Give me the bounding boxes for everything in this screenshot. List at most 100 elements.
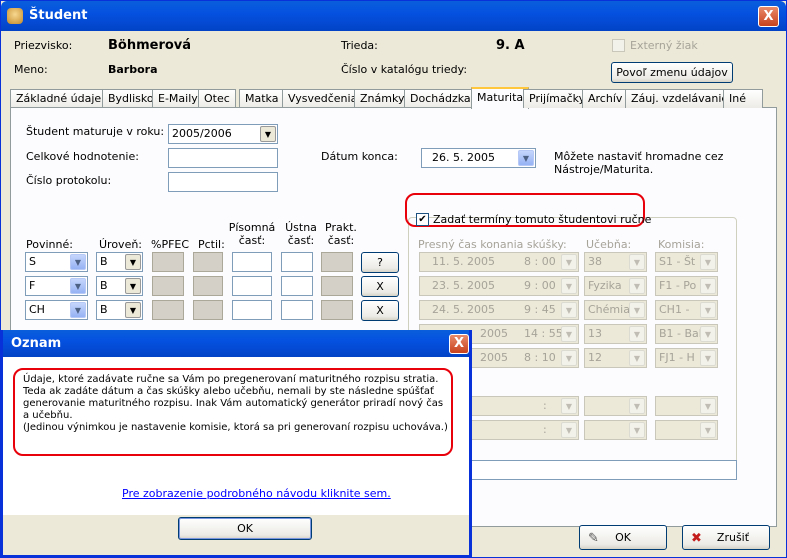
pctil-field (193, 300, 223, 320)
chevron-down-icon: ▼ (700, 350, 716, 366)
tab-e-maily[interactable]: E-Maily (152, 89, 204, 108)
tab-otec[interactable]: Otec (198, 89, 236, 108)
exam-room-select: Fyzika ▼ (584, 276, 647, 296)
ustna-input[interactable] (281, 276, 313, 296)
povol-zmenu-button[interactable]: Povoľ zmenu údajov (611, 62, 733, 83)
chevron-down-icon: ▼ (700, 398, 716, 414)
pisomna-input[interactable] (232, 252, 272, 272)
pisomna-input[interactable] (232, 300, 272, 320)
chevron-down-icon: ▼ (700, 278, 716, 294)
chevron-down-icon: ▼ (561, 398, 577, 414)
exam-time: 9 : 45 (524, 303, 556, 316)
chevron-down-icon: ▼ (260, 126, 276, 142)
ok-label: OK (615, 531, 631, 544)
subject-select[interactable]: CH ▼ (25, 300, 88, 320)
chevron-down-icon: ▼ (70, 278, 86, 294)
level-value: B (100, 279, 108, 292)
chevron-down-icon: ▼ (518, 150, 534, 166)
exam-commission-select: S1 - Št ▼ (655, 252, 718, 272)
level-select[interactable]: B ▼ (96, 300, 143, 320)
pisomna-header: Písomná časť: (228, 221, 276, 247)
chevron-down-icon: ▼ (700, 422, 716, 438)
exam-commission: FJ1 - H (659, 351, 695, 364)
close-window-button[interactable]: X (758, 6, 779, 27)
chevron-down-icon: ▼ (700, 326, 716, 342)
exam-datetime-picker: 23. 5. 2005 9 : 00 ▼ (419, 276, 579, 296)
chevron-down-icon: ▼ (561, 422, 577, 438)
komisia-header: Komisia: (658, 238, 705, 251)
chevron-down-icon: ▼ (125, 302, 141, 318)
exam-commission-select: B1 - Bal ▼ (655, 324, 718, 344)
chevron-down-icon: ▼ (629, 278, 645, 294)
exam-room-select: ▼ (584, 396, 647, 416)
subject-value: CH (29, 303, 45, 316)
povinne-header: Povinné: (26, 238, 73, 251)
tab-zauj-vzdelavanie[interactable]: Záuj. vzdelávanie (625, 89, 735, 108)
pisomna-input[interactable] (232, 276, 272, 296)
pctil-field (193, 276, 223, 296)
exam-time: 8 : 00 (524, 255, 556, 268)
exam-commission-select: CH1 - ▼ (655, 300, 718, 320)
ustna-input[interactable] (281, 300, 313, 320)
exam-date: 24. 5. 2005 (432, 303, 495, 316)
exam-datetime-picker: 24. 5. 2005 9 : 45 ▼ (419, 300, 579, 320)
tab-dochadzka[interactable]: Dochádzka (404, 89, 477, 108)
level-value: B (100, 303, 108, 316)
zadat-terminy-checkbox[interactable]: ✔ (416, 213, 429, 226)
hodnotenie-input[interactable] (168, 148, 278, 168)
tab-archiv[interactable]: Archív (582, 89, 629, 108)
externy-ziak-checkbox (612, 39, 625, 52)
exam-time-separator: : (543, 399, 547, 412)
cislo-katalog-label: Číslo v katalógu triedy: (341, 63, 468, 76)
priezvisko-label: Priezvisko: (14, 39, 73, 52)
exam-room-select: ▼ (584, 420, 647, 440)
dialog-content: Údaje, ktoré zadávate ručne sa Vám po pr… (3, 357, 469, 515)
exam-time: 8 : 10 (524, 351, 556, 364)
pctil-header: Pctil: (198, 238, 225, 251)
ustna-input[interactable] (281, 252, 313, 272)
rok-select[interactable]: 2005/2006 ▼ (168, 124, 278, 144)
ok-button[interactable]: ✎ OK (579, 525, 667, 550)
dialog-ok-button[interactable]: OK (178, 517, 312, 540)
zadat-terminy-label: Zadať termíny tomuto študentovi ručne (433, 213, 652, 226)
exam-commission-select: F1 - Po ▼ (655, 276, 718, 296)
chevron-down-icon: ▼ (561, 278, 577, 294)
tab-zakladne-udaje[interactable]: Základné údaje (10, 89, 108, 108)
tab-matka[interactable]: Matka (239, 89, 285, 108)
row-action-button[interactable]: ? (361, 252, 399, 273)
tab-bydlisko[interactable]: Bydlisko (102, 89, 160, 108)
protokol-label: Číslo protokolu: (26, 174, 112, 187)
exam-room: 38 (588, 255, 602, 268)
prakt-field (321, 300, 353, 320)
exam-commission-select: ▼ (655, 420, 718, 440)
chevron-down-icon: ▼ (561, 350, 577, 366)
datum-konca-picker[interactable]: 26. 5. 2005 ▼ (421, 148, 536, 168)
dialog-close-button[interactable]: X (449, 334, 469, 354)
tab-vysvedcenia[interactable]: Vysvedčenia (282, 89, 364, 108)
poznamka-input[interactable] (441, 460, 737, 480)
cancel-icon: ✖ (691, 531, 702, 546)
chevron-down-icon: ▼ (629, 350, 645, 366)
level-select[interactable]: B ▼ (96, 276, 143, 296)
zrusit-button[interactable]: ✖ Zrušiť (682, 525, 770, 550)
subject-value: S (29, 255, 36, 268)
tab-prijimacky[interactable]: Prijímačky (523, 89, 592, 108)
navod-link[interactable]: Pre zobrazenie podrobného návodu kliknit… (122, 487, 391, 500)
level-select[interactable]: B ▼ (96, 252, 143, 272)
chevron-down-icon: ▼ (70, 302, 86, 318)
subject-select[interactable]: F ▼ (25, 276, 88, 296)
subject-value: F (29, 279, 36, 292)
tab-ine[interactable]: Iné (723, 89, 763, 108)
tab-maturita[interactable]: Maturita (471, 87, 530, 109)
tab-znamky[interactable]: Známky (354, 89, 411, 108)
rok-value: 2005/2006 (172, 127, 232, 140)
exam-time: 14 : 55 (524, 327, 563, 340)
chevron-down-icon: ▼ (125, 278, 141, 294)
subject-select[interactable]: S ▼ (25, 252, 88, 272)
protokol-input[interactable] (168, 172, 278, 192)
row-action-button[interactable]: X (361, 300, 399, 321)
exam-commission: CH1 - (659, 303, 690, 316)
row-action-button[interactable]: X (361, 276, 399, 297)
exam-date: 2005 (480, 351, 508, 364)
title-bar: Študent X (1, 1, 786, 31)
